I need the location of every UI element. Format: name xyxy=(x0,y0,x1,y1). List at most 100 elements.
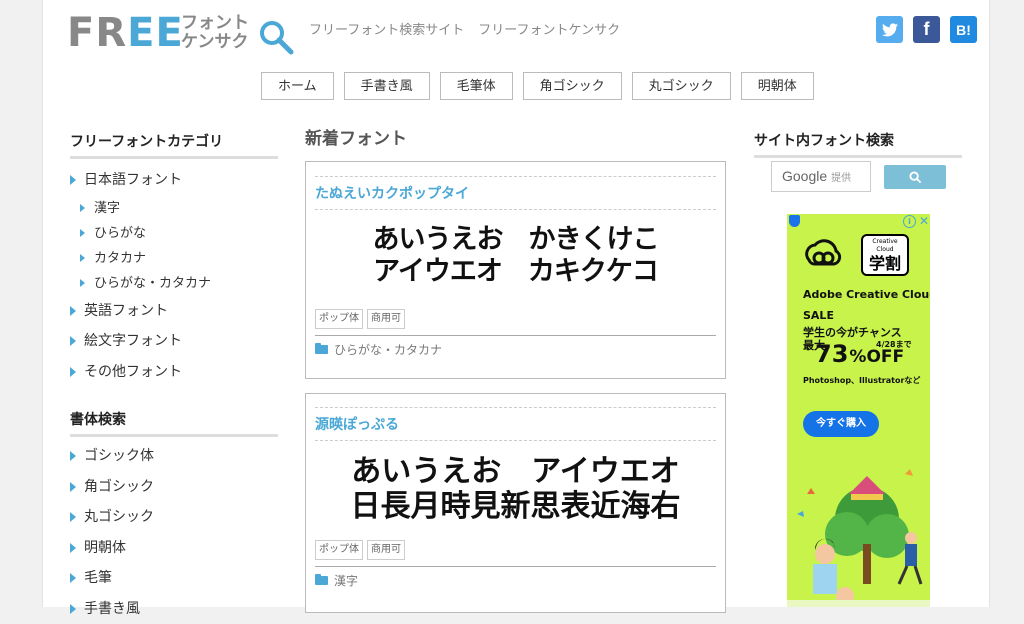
tagline-secondary: フリーフォントケンサク xyxy=(478,23,620,38)
main-title: 新着フォント xyxy=(305,124,407,149)
twitter-share-button[interactable] xyxy=(876,16,903,43)
triangle-right-icon xyxy=(80,204,85,212)
triangle-right-icon xyxy=(70,604,76,614)
advertisement-banner[interactable]: i ✕ Creative Cloud 学割 Adobe Creative Clo… xyxy=(787,214,930,607)
ad-off-label: %OFF xyxy=(849,347,904,367)
ad-illustration xyxy=(787,454,930,607)
ad-percent-number: 73 xyxy=(815,340,848,368)
ad-discount: 最大73%OFF 4/28まで xyxy=(803,340,904,368)
triangle-right-icon xyxy=(70,336,76,346)
nav-brush[interactable]: 毛筆体 xyxy=(440,72,513,100)
ad-sale: SALE xyxy=(803,309,834,322)
triangle-right-icon xyxy=(80,229,85,237)
sidebar-item-label: ゴシック体 xyxy=(84,448,154,464)
sidebar-styles: 書体検索 ゴシック体 角ゴシック 丸ゴシック 明朝体 毛筆 手書き風 xyxy=(70,409,278,624)
triangle-right-icon xyxy=(70,306,76,316)
nav-home[interactable]: ホーム xyxy=(261,72,334,100)
nav-round-gothic[interactable]: 丸ゴシック xyxy=(632,72,731,100)
sidebar-item-kanji[interactable]: 漢字 xyxy=(70,196,278,221)
sidebar-item-label: 丸ゴシック xyxy=(84,509,154,525)
font-sample-line: あいうえお アイウエオ xyxy=(306,454,725,489)
triangle-right-icon xyxy=(70,512,76,522)
tagline-primary: フリーフォント検索サイト xyxy=(309,23,464,38)
font-title-link[interactable]: たぬえいカクポップタイ xyxy=(315,176,716,210)
search-icon xyxy=(909,171,922,184)
sidebar-categories-title: フリーフォントカテゴリ xyxy=(70,131,278,159)
sidebar-item-round-gothic[interactable]: 丸ゴシック xyxy=(70,502,278,533)
tag-commercial[interactable]: 商用可 xyxy=(367,309,405,329)
badge-small-text: Creative Cloud xyxy=(863,238,907,254)
category-link[interactable]: ひらがな・カタカナ xyxy=(334,341,442,358)
logo-sub-line-2: ケンサク xyxy=(181,33,249,52)
font-title-link[interactable]: 源暎ぽっぷる xyxy=(315,407,716,441)
sidebar-item-label: 毛筆 xyxy=(84,570,112,586)
sidebar-item-label: 角ゴシック xyxy=(84,479,154,495)
ad-close-icon[interactable]: ✕ xyxy=(919,214,929,228)
sidebar-item-label: ひらがな・カタカナ xyxy=(94,276,211,291)
tag-commercial[interactable]: 商用可 xyxy=(367,540,405,560)
sidebar-item-handwriting[interactable]: 手書き風 xyxy=(70,594,278,624)
student-discount-badge: Creative Cloud 学割 xyxy=(861,234,909,276)
font-category: 漢字 xyxy=(315,566,716,589)
triangle-right-icon xyxy=(70,482,76,492)
sidebar-item-mincho[interactable]: 明朝体 xyxy=(70,533,278,564)
nav-handwriting[interactable]: 手書き風 xyxy=(344,72,430,100)
sidebar-item-label: 漢字 xyxy=(94,201,120,216)
sidebar-item-label: 手書き風 xyxy=(84,601,140,617)
nav-square-gothic[interactable]: 角ゴシック xyxy=(523,72,622,100)
triangle-right-icon xyxy=(70,367,76,377)
ad-info-icon[interactable]: i xyxy=(903,215,916,228)
nav-mincho[interactable]: 明朝体 xyxy=(741,72,814,100)
logo-sub-text: フォント ケンサク xyxy=(181,14,249,52)
sidebar-item-label: 絵文字フォント xyxy=(84,333,182,349)
triangle-right-icon xyxy=(70,451,76,461)
sidebar-item-hiragana-katakana[interactable]: ひらがな・カタカナ xyxy=(70,271,278,296)
sidebar-styles-title: 書体検索 xyxy=(70,409,278,437)
sidebar-item-other[interactable]: その他フォント xyxy=(70,357,278,388)
site-logo[interactable]: FREE フォント ケンサク xyxy=(67,12,297,54)
tag-pop[interactable]: ポップ体 xyxy=(315,540,363,560)
font-sample-line: あいうえお かきくけこ xyxy=(306,224,725,256)
sidebar-item-katakana[interactable]: カタカナ xyxy=(70,246,278,271)
style-list: ゴシック体 角ゴシック 丸ゴシック 明朝体 毛筆 手書き風 xyxy=(70,441,278,624)
ad-max-label: 最大 xyxy=(803,340,815,352)
font-card: 源暎ぽっぷる あいうえお アイウエオ 日長月時見新思表近海右 ポップ体 商用可 … xyxy=(305,393,726,613)
tag-list: ポップ体 商用可 xyxy=(315,540,716,560)
sidebar-categories: フリーフォントカテゴリ 日本語フォント 漢字 ひらがな カタカナ ひらがな・カタ… xyxy=(70,131,278,387)
hatena-bookmark-button[interactable]: B! xyxy=(950,16,977,43)
sidebar-item-japanese[interactable]: 日本語フォント xyxy=(70,165,278,196)
magnifier-icon xyxy=(257,18,295,56)
logo-sub-line-1: フォント xyxy=(181,14,249,33)
category-link[interactable]: 漢字 xyxy=(334,572,358,589)
triangle-right-icon xyxy=(80,279,85,287)
ad-deadline: 4/28まで xyxy=(876,340,912,350)
font-sample-image[interactable]: あいうえお アイウエオ 日長月時見新思表近海右 xyxy=(306,454,725,524)
ad-choice-icon[interactable] xyxy=(789,215,800,227)
font-sample-image[interactable]: あいうえお かきくけこ アイウエオ カキクケコ xyxy=(306,224,725,288)
sidebar-item-emoji[interactable]: 絵文字フォント xyxy=(70,326,278,357)
search-button[interactable] xyxy=(884,165,946,189)
logo-free-text: FREE xyxy=(67,12,184,54)
sidebar-item-label: ひらがな xyxy=(94,226,146,241)
sidebar-item-gothic[interactable]: ゴシック体 xyxy=(70,441,278,472)
ad-buy-button[interactable]: 今すぐ購入 xyxy=(803,411,879,437)
sidebar-item-label: 日本語フォント xyxy=(84,172,182,188)
sidebar-item-label: その他フォント xyxy=(84,364,182,380)
triangle-right-icon xyxy=(70,175,76,185)
google-brand: Google xyxy=(782,168,827,184)
sidebar-item-brush[interactable]: 毛筆 xyxy=(70,563,278,594)
ad-products: Photoshop、Illustratorなど xyxy=(803,375,920,386)
tag-list: ポップ体 商用可 xyxy=(315,309,716,329)
font-sample-line: 日長月時見新思表近海右 xyxy=(306,489,725,524)
search-input[interactable]: Google提供 xyxy=(771,161,871,192)
sidebar-item-square-gothic[interactable]: 角ゴシック xyxy=(70,472,278,503)
sidebar-item-english[interactable]: 英語フォント xyxy=(70,296,278,327)
creative-cloud-icon xyxy=(803,234,843,274)
facebook-share-button[interactable]: f xyxy=(913,16,940,43)
tag-pop[interactable]: ポップ体 xyxy=(315,309,363,329)
triangle-right-icon xyxy=(70,573,76,583)
sidebar-item-hiragana[interactable]: ひらがな xyxy=(70,221,278,246)
folder-icon xyxy=(315,576,328,585)
category-list: 日本語フォント 漢字 ひらがな カタカナ ひらがな・カタカナ 英語フォント 絵文… xyxy=(70,165,278,387)
font-category: ひらがな・カタカナ xyxy=(315,335,716,358)
